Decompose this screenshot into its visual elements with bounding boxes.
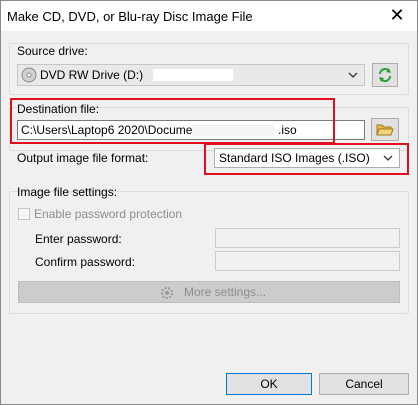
confirm-password-label: Confirm password:	[35, 255, 136, 269]
browse-button[interactable]	[371, 118, 399, 141]
source-drive-select[interactable]: DVD RW Drive (D:)	[17, 64, 365, 86]
confirm-password-field[interactable]	[215, 251, 400, 271]
gear-icon	[159, 285, 175, 307]
folder-open-icon	[376, 124, 394, 136]
enter-password-field[interactable]	[215, 228, 400, 248]
cancel-button-label: Cancel	[345, 377, 383, 391]
destination-label: Destination file:	[17, 102, 100, 116]
source-drive-redacted	[153, 69, 233, 81]
ok-button-label: OK	[260, 377, 278, 391]
enable-password-label: Enable password protection	[34, 207, 183, 221]
close-icon[interactable]: ✕	[387, 5, 407, 25]
enter-password-label: Enter password:	[35, 232, 122, 246]
destination-path-field[interactable]: C:\Users\Laptop6 2020\Documents\ .iso	[17, 120, 365, 140]
destination-path-value: C:\Users\Laptop6 2020\Documents\	[21, 123, 212, 137]
more-settings-button[interactable]: More settings...	[18, 281, 400, 303]
disc-drive-icon	[21, 67, 37, 86]
enable-password-checkbox[interactable]	[18, 208, 30, 220]
refresh-button[interactable]	[372, 63, 398, 87]
ok-button[interactable]: OK	[226, 373, 312, 395]
cancel-button[interactable]: Cancel	[319, 373, 409, 395]
output-format-select[interactable]: Standard ISO Images (.ISO)	[214, 148, 400, 168]
dialog-window: Make CD, DVD, or Blu-ray Disc Image File…	[0, 0, 418, 405]
source-drive-value: DVD RW Drive (D:)	[40, 68, 144, 82]
chevron-down-icon	[348, 72, 358, 78]
chevron-down-icon	[383, 155, 393, 161]
refresh-icon	[379, 68, 391, 82]
more-settings-label: More settings...	[184, 285, 267, 299]
window-title: Make CD, DVD, or Blu-ray Disc Image File	[7, 9, 253, 24]
title-bar: Make CD, DVD, or Blu-ray Disc Image File…	[1, 1, 417, 31]
source-drive-label: Source drive:	[17, 44, 88, 58]
destination-path-suffix: .iso	[278, 123, 297, 137]
output-format-label: Output image file format:	[17, 151, 149, 165]
image-settings-label: Image file settings:	[17, 185, 118, 199]
output-format-value: Standard ISO Images (.ISO)	[219, 151, 370, 165]
destination-path-redacted	[192, 125, 274, 136]
